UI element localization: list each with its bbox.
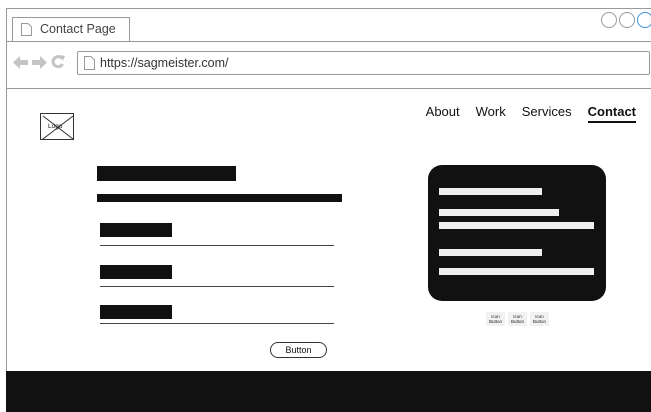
minimize-button[interactable] (601, 12, 617, 28)
submit-button[interactable]: Button (270, 342, 327, 358)
subheading-placeholder (97, 194, 342, 202)
tab-title: Contact Page (40, 22, 116, 36)
text-line-placeholder (439, 268, 594, 275)
back-arrow-icon[interactable] (13, 55, 28, 69)
close-button[interactable] (637, 12, 651, 28)
nav-item-about[interactable]: About (426, 104, 460, 123)
icon-button-label: Button (488, 319, 502, 324)
input-field[interactable] (100, 323, 334, 324)
logo[interactable]: Logo (40, 113, 74, 140)
footer (6, 371, 651, 412)
field-label-placeholder (100, 223, 172, 237)
text-line-placeholder (439, 209, 559, 216)
text-line-placeholder (439, 249, 542, 256)
address-bar: https://sagmeister.com/ (7, 42, 651, 89)
content-card (428, 165, 606, 301)
text-line-placeholder (439, 188, 542, 195)
nav-item-services[interactable]: Services (522, 104, 572, 123)
icon-button-group: Icon Button Icon Button Icon Button (486, 312, 549, 326)
field-label-placeholder (100, 265, 172, 279)
browser-tab[interactable]: Contact Page (12, 17, 130, 41)
nav-item-contact[interactable]: Contact (587, 104, 636, 123)
forward-arrow-icon[interactable] (32, 55, 47, 69)
url-field[interactable]: https://sagmeister.com/ (77, 51, 650, 75)
icon-button[interactable]: Icon Button (486, 312, 505, 326)
icon-button-label: Button (510, 319, 524, 324)
icon-button[interactable]: Icon Button (530, 312, 549, 326)
url-text: https://sagmeister.com/ (100, 56, 229, 70)
maximize-button[interactable] (619, 12, 635, 28)
window-controls (601, 12, 651, 28)
heading-placeholder (97, 166, 236, 181)
document-icon (84, 56, 95, 70)
input-field[interactable] (100, 245, 334, 246)
input-field[interactable] (100, 286, 334, 287)
icon-button-label: Button (532, 319, 546, 324)
reload-icon[interactable] (51, 55, 65, 69)
icon-button[interactable]: Icon Button (508, 312, 527, 326)
navigation-controls (13, 55, 65, 69)
tab-bar: Contact Page (7, 9, 651, 42)
nav-item-work[interactable]: Work (476, 104, 506, 123)
logo-label: Logo (48, 123, 63, 130)
document-icon (21, 23, 32, 36)
text-line-placeholder (439, 222, 594, 229)
main-nav: About Work Services Contact (426, 104, 636, 123)
field-label-placeholder (100, 305, 172, 319)
